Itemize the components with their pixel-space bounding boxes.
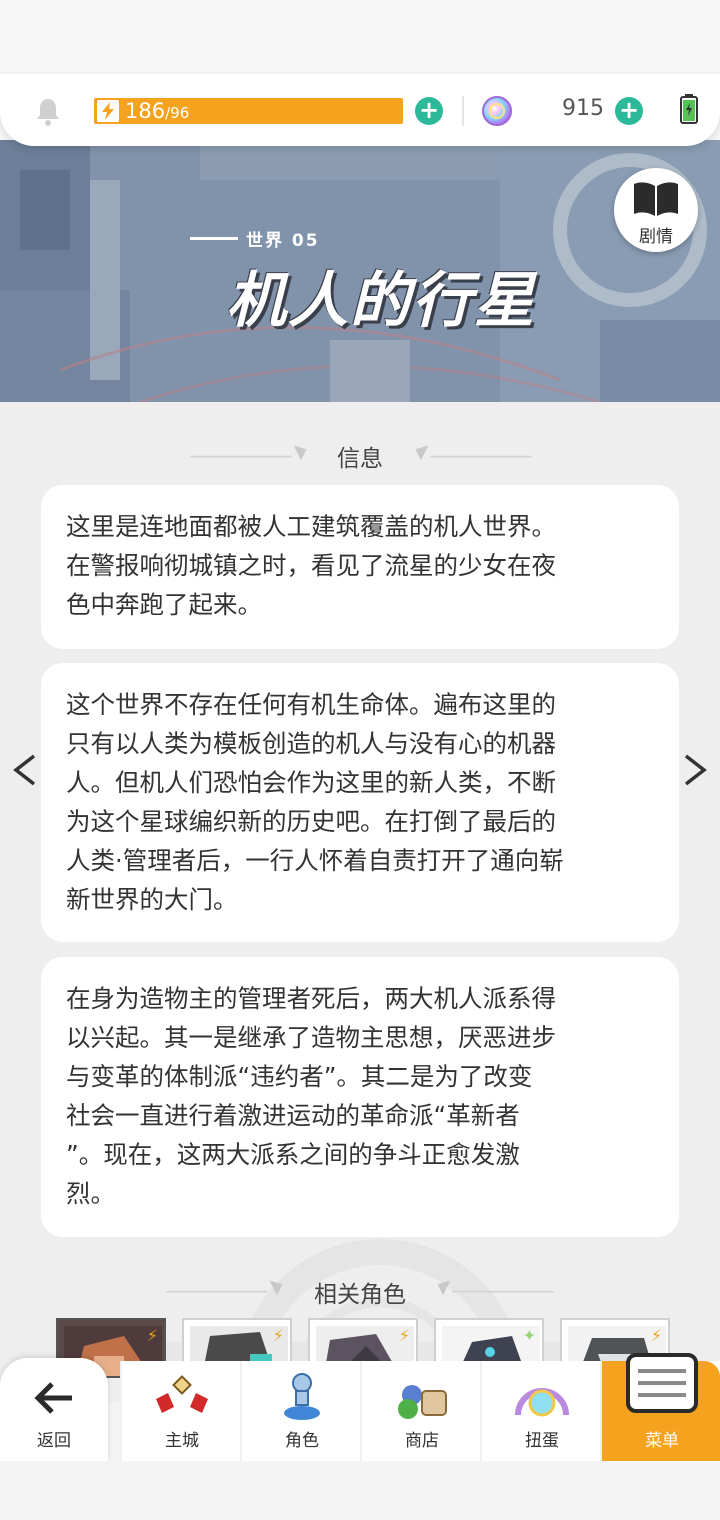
story-label: 剧情	[639, 227, 673, 247]
nav-label: 扭蛋	[525, 1431, 559, 1451]
info-card-2-line: 这个世界不存在任何有机生命体。遍布这里的	[66, 690, 556, 719]
info-card-3-line: 烈。	[66, 1179, 115, 1208]
gacha-icon	[515, 1388, 569, 1417]
info-card-3: 在身为造物主的管理者死后，两大机人派系得 以兴起。其一是继承了造物主思想，厌恶进…	[41, 957, 679, 1237]
info-card-2-line: 只有以人类为模板创造的机人与没有心的机器	[66, 729, 556, 758]
nav-label: 主城	[165, 1431, 199, 1451]
info-card-3-line: ”。现在，这两大派系之间的争斗正愈发激	[66, 1140, 520, 1169]
info-card-2-line: 为这个星球编织新的历史吧。在打倒了最后的	[66, 807, 556, 836]
lightning-icon: ⚡	[398, 1326, 410, 1345]
previous-world-arrow[interactable]	[10, 750, 40, 790]
info-card-1-line: 色中奔跑了起来。	[66, 590, 262, 619]
info-card-2: 这个世界不存在任何有机生命体。遍布这里的 只有以人类为模板创造的机人与没有心的机…	[41, 663, 679, 942]
back-label: 返回	[37, 1431, 71, 1451]
system-home-bar	[0, 1461, 720, 1520]
lightning-icon	[97, 100, 119, 122]
book-icon	[634, 182, 678, 216]
resource-bar: 186/96 + 915 +	[0, 74, 720, 146]
energy-bar: 186/96	[94, 98, 403, 124]
next-world-arrow[interactable]	[680, 750, 710, 790]
info-card-3-line: 社会一直进行着激进运动的革命派“革新者	[66, 1101, 520, 1130]
info-card-1-line: 这里是连地面都被人工建筑覆盖的机人世界。	[66, 512, 556, 541]
info-card-2-line: 新世界的大门。	[66, 885, 238, 914]
nav-item-main-city[interactable]: 主城	[120, 1361, 240, 1461]
info-card-3-line: 在身为造物主的管理者死后，两大机人派系得	[66, 984, 556, 1013]
info-card-2-line: 人。但机人们恐怕会作为这里的新人类，不断	[66, 768, 556, 797]
nav-item-character[interactable]: 角色	[240, 1361, 360, 1461]
menu-icon	[626, 1353, 698, 1413]
nav-item-shop[interactable]: 商店	[360, 1361, 480, 1461]
nav-label: 菜单	[645, 1431, 679, 1451]
world-label: 世界 05	[190, 226, 320, 251]
lightning-icon: ⚡	[650, 1326, 662, 1345]
add-gem-button[interactable]: +	[615, 97, 643, 125]
back-button[interactable]: 返回	[0, 1358, 108, 1461]
energy-value: 186/96	[125, 99, 190, 123]
back-arrow-icon	[34, 1382, 72, 1414]
nav-item-gacha[interactable]: 扭蛋	[480, 1361, 600, 1461]
battery-icon	[680, 94, 698, 124]
nav-label: 角色	[285, 1431, 319, 1451]
nav-bar: 主城 角色 商店 扭蛋 菜单	[120, 1353, 720, 1461]
info-card-1: 这里是连地面都被人工建筑覆盖的机人世界。 在警报响彻城镇之时，看见了流星的少女在…	[41, 485, 679, 649]
gem-count: 915	[562, 96, 604, 121]
info-card-3-line: 以兴起。其一是继承了造物主思想，厌恶进步	[66, 1023, 556, 1052]
nav-label: 商店	[405, 1431, 439, 1451]
lightning-icon: ⚡	[146, 1326, 158, 1345]
story-button[interactable]: 剧情	[614, 168, 698, 252]
add-energy-button[interactable]: +	[415, 97, 443, 125]
shop-icon	[398, 1385, 447, 1419]
sparkle-icon: ✦	[522, 1326, 536, 1345]
bottom-navigation: 返回 主城 角色 商店 扭蛋 菜单	[0, 1353, 720, 1461]
info-section-title: 信息	[337, 446, 383, 472]
character-icon	[284, 1373, 320, 1420]
bell-icon[interactable]	[32, 96, 64, 128]
related-section-title: 相关角色	[314, 1282, 406, 1308]
info-card-2-line: 人类·管理者后，一行人怀着自责打开了通向崭	[66, 846, 564, 875]
world-banner: 世界 05 机人的行星 剧情	[0, 140, 720, 402]
gem-icon	[482, 96, 512, 126]
info-card-1-line: 在警报响彻城镇之时，看见了流星的少女在夜	[66, 551, 556, 580]
info-card-3-line: 与变革的体制派“违约者”。其二是为了改变	[66, 1062, 533, 1091]
lightning-icon: ⚡	[272, 1326, 284, 1345]
main-city-icon	[156, 1375, 208, 1413]
nav-item-menu[interactable]: 菜单	[600, 1353, 720, 1461]
world-title: 机人的行星	[226, 266, 536, 336]
divider	[462, 96, 464, 126]
